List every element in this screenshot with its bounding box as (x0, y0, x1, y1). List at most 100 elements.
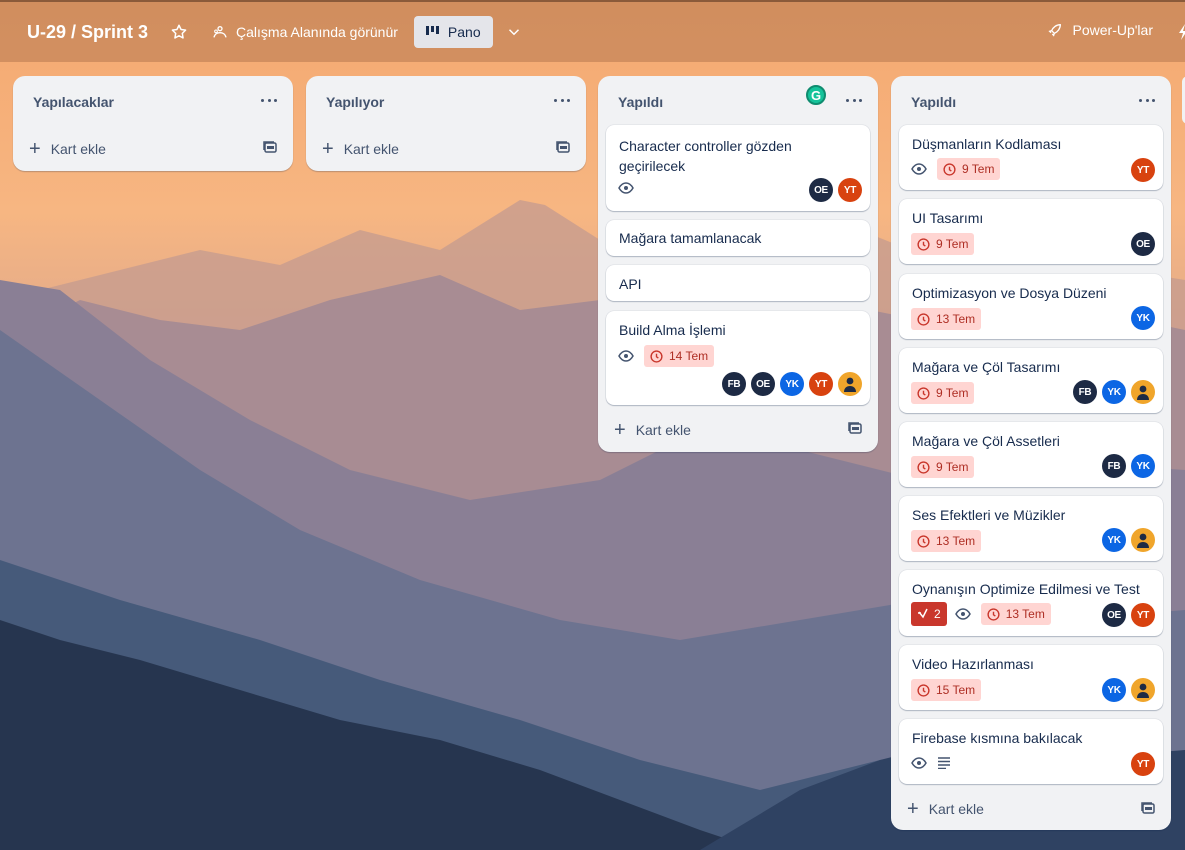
user-avatar-icon[interactable] (1131, 528, 1155, 552)
list-card[interactable]: UI Tasarımı 9 Tem OE (899, 199, 1163, 264)
list-title[interactable]: Yapıldı (618, 94, 663, 110)
due-date-badge[interactable]: 13 Tem (911, 530, 982, 552)
eye-icon (618, 350, 634, 362)
visibility-button[interactable]: Çalışma Alanında görünür (212, 24, 398, 40)
avatar[interactable]: YT (1131, 752, 1155, 776)
list-card[interactable]: Build Alma İşlemi 14 Tem FB OE YK YT (606, 311, 870, 405)
workspace-visibility-icon (213, 25, 227, 38)
avatar[interactable]: OE (1102, 603, 1126, 627)
list-card[interactable]: Ses Efektleri ve Müzikler 13 Tem YK (899, 496, 1163, 561)
list-card[interactable]: Oynanışın Optimize Edilmesi ve Test 2 13… (899, 570, 1163, 636)
avatar[interactable]: YK (1102, 528, 1126, 552)
due-date-badge[interactable]: 13 Tem (980, 603, 1051, 625)
list-card[interactable]: Character controller gözden geçirilecek … (606, 125, 870, 211)
card-title: Mağara tamamlanacak (619, 230, 762, 246)
board-view-icon (425, 26, 439, 35)
due-date-label: 9 Tem (936, 237, 969, 251)
card-title: UI Tasarımı (912, 210, 984, 226)
card-template-icon[interactable] (263, 140, 277, 159)
user-avatar-icon[interactable] (838, 372, 862, 396)
add-card-label: Kart ekle (928, 801, 984, 817)
due-date-badge[interactable]: 15 Tem (911, 679, 982, 701)
add-card-button[interactable]: + Kart ekle (907, 795, 984, 823)
avatar[interactable]: FB (1102, 454, 1126, 478)
user-avatar-icon[interactable] (1131, 678, 1155, 702)
star-icon[interactable] (170, 23, 188, 41)
description-icon (937, 757, 951, 769)
avatar[interactable]: YK (1102, 380, 1126, 404)
eye-icon (911, 757, 927, 769)
list-title[interactable]: Yapılacaklar (33, 94, 114, 110)
card-title: Firebase kısmına bakılacak (912, 730, 1083, 746)
powerups-button[interactable]: Power-Up'lar (1047, 22, 1153, 38)
list-title[interactable]: Yapılıyor (326, 94, 384, 110)
checklist-count: 2 (934, 607, 941, 621)
add-card-button[interactable]: + Kart ekle (322, 135, 399, 163)
list-menu-icon[interactable] (1139, 92, 1155, 108)
avatar[interactable]: YK (1131, 454, 1155, 478)
checklist-badge[interactable]: 2 (911, 602, 947, 626)
card-template-icon[interactable] (1141, 801, 1155, 820)
list-menu-icon[interactable] (261, 92, 277, 108)
card-title: Düşmanların Kodlaması (912, 136, 1062, 152)
add-card-label: Kart ekle (343, 141, 399, 157)
list-menu-icon[interactable] (554, 92, 570, 108)
avatar[interactable]: OE (809, 178, 833, 202)
user-avatar-icon[interactable] (1131, 380, 1155, 404)
card-title: API (619, 276, 642, 292)
clock-icon (917, 534, 930, 548)
card-title: Oynanışın Optimize Edilmesi ve Test (912, 581, 1140, 597)
due-date-badge[interactable]: 14 Tem (644, 345, 715, 367)
avatar[interactable]: FB (1073, 380, 1097, 404)
avatar[interactable]: YT (809, 372, 833, 396)
add-card-button[interactable]: + Kart ekle (29, 135, 106, 163)
due-date-badge[interactable]: 13 Tem (911, 308, 982, 330)
clock-icon (650, 349, 663, 363)
add-card-label: Kart ekle (50, 141, 106, 157)
avatar[interactable]: YT (838, 178, 862, 202)
rocket-icon (1047, 24, 1061, 37)
board-title[interactable]: U-29 / Sprint 3 (27, 22, 148, 43)
due-date-badge[interactable]: 9 Tem (937, 158, 1001, 180)
due-date-badge[interactable]: 9 Tem (911, 382, 975, 404)
card-template-icon[interactable] (556, 140, 570, 159)
avatar[interactable]: YK (1102, 678, 1126, 702)
automation-icon[interactable] (1177, 24, 1185, 40)
list-card[interactable]: Mağara ve Çöl Tasarımı 9 Tem FB YK (899, 348, 1163, 413)
list-menu-icon[interactable] (846, 92, 862, 108)
due-date-badge[interactable]: 9 Tem (911, 233, 975, 255)
plus-icon: + (322, 138, 334, 160)
clock-icon (917, 312, 930, 326)
avatar[interactable]: OE (1131, 232, 1155, 256)
list-card[interactable]: API (606, 265, 870, 301)
due-date-badge[interactable]: 9 Tem (911, 456, 975, 478)
list-yapilacaklar: Yapılacaklar + Kart ekle (13, 76, 293, 171)
avatar[interactable]: OE (751, 372, 775, 396)
list-yapiliyor: Yapılıyor + Kart ekle (306, 76, 586, 171)
avatar[interactable]: YK (780, 372, 804, 396)
avatar[interactable]: YT (1131, 603, 1155, 627)
list-title[interactable]: Yapıldı (911, 94, 956, 110)
list-card[interactable]: Düşmanların Kodlaması 9 Tem YT (899, 125, 1163, 190)
card-title: Video Hazırlanması (912, 656, 1034, 672)
list-yapildi-1: Yapıldı G Character controller gözden ge… (598, 76, 878, 452)
card-template-icon[interactable] (848, 421, 862, 440)
chevron-down-icon[interactable] (505, 23, 523, 41)
due-date-label: 9 Tem (936, 460, 969, 474)
list-card[interactable]: Firebase kısmına bakılacak YT (899, 719, 1163, 784)
list-card[interactable]: Mağara tamamlanacak (606, 220, 870, 256)
list-card[interactable]: Optimizasyon ve Dosya Düzeni 13 Tem YK (899, 274, 1163, 339)
clock-icon (987, 607, 1000, 621)
list-card[interactable]: Mağara ve Çöl Assetleri 9 Tem FB YK (899, 422, 1163, 487)
avatar[interactable]: YT (1131, 158, 1155, 182)
avatar[interactable]: YK (1131, 306, 1155, 330)
list-card[interactable]: Video Hazırlanması 15 Tem YK (899, 645, 1163, 710)
clock-icon (917, 237, 930, 251)
due-date-label: 15 Tem (936, 683, 976, 697)
grammarly-icon[interactable]: G (806, 85, 826, 105)
view-switcher-board[interactable]: Pano (413, 16, 493, 48)
avatar[interactable]: FB (722, 372, 746, 396)
add-card-button[interactable]: + Kart ekle (614, 416, 691, 444)
clock-icon (917, 683, 930, 697)
plus-icon: + (29, 138, 41, 160)
